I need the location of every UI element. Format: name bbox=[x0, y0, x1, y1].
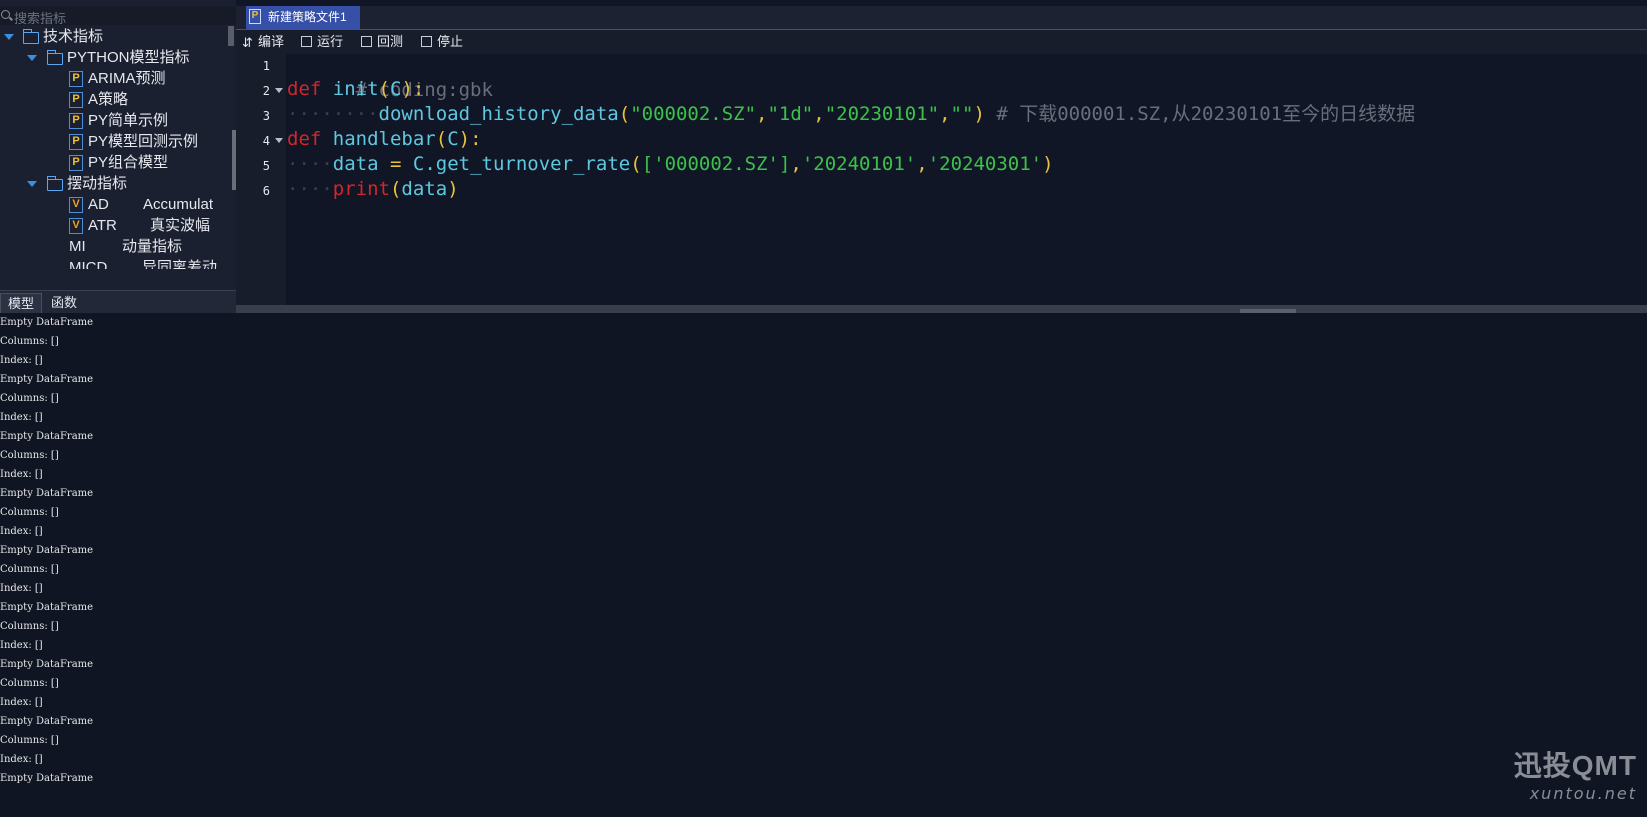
output-console: Empty DataFrame Columns: [] Index: [] Empty… bbox=[0, 313, 1647, 817]
tree-item-indicator[interactable]: V AD Accumulat bbox=[0, 194, 226, 216]
tree-item-python[interactable]: P PY模型回测示例 bbox=[0, 131, 226, 153]
code-editor: P 新建策略文件1 ⇵ 编译 运行 回测 停止 1 2 3 4 5 6 # cod… bbox=[236, 0, 1647, 313]
line-number: 4 bbox=[262, 134, 270, 148]
output-line: Empty DataFrame bbox=[0, 374, 94, 385]
tab-model[interactable]: 模型 bbox=[0, 293, 43, 313]
tab-strategy-file[interactable]: P 新建策略文件1 bbox=[246, 6, 360, 29]
file-tabbar: P 新建策略文件1 bbox=[236, 6, 1647, 30]
output-line: Index: [] bbox=[0, 355, 43, 366]
tree-item-indicator[interactable]: MICD 异同离差动 bbox=[0, 257, 226, 269]
indicator-file-icon: V bbox=[69, 218, 83, 234]
tree-node-root[interactable]: 技术指标 bbox=[0, 26, 226, 48]
code-line: ····print(data) bbox=[287, 178, 459, 200]
folder-icon bbox=[46, 50, 63, 65]
code-line: # coding:gbk bbox=[355, 79, 493, 101]
output-line: Columns: [] bbox=[0, 450, 59, 461]
watermark: 迅投QMT xuntou.net bbox=[1514, 744, 1637, 803]
line-gutter: 1 2 3 4 5 6 bbox=[236, 54, 286, 305]
python-file-icon: P bbox=[69, 71, 83, 87]
editor-splitter[interactable] bbox=[236, 305, 1647, 313]
output-line: Columns: [] bbox=[0, 621, 59, 632]
output-line: Index: [] bbox=[0, 583, 43, 594]
output-line: Empty DataFrame bbox=[0, 431, 94, 442]
line-number: 2 bbox=[262, 84, 270, 98]
tab-function[interactable]: 函数 bbox=[44, 293, 84, 313]
chart-icon bbox=[361, 36, 372, 47]
python-file-icon: P bbox=[69, 113, 83, 129]
run-icon bbox=[301, 36, 312, 47]
code-line: ········download_history_data("000002.SZ… bbox=[287, 103, 1416, 125]
line-number: 6 bbox=[262, 184, 270, 198]
tree-item-indicator[interactable]: MI 动量指标 bbox=[0, 236, 226, 258]
code-line: def handlebar(C): bbox=[287, 128, 482, 150]
watermark-brand: 迅投QMT bbox=[1513, 750, 1637, 781]
compile-button[interactable]: ⇵ 编译 bbox=[242, 32, 284, 52]
fold-arrow-icon[interactable] bbox=[275, 88, 283, 93]
fold-arrow-icon[interactable] bbox=[275, 138, 283, 143]
output-line: Columns: [] bbox=[0, 564, 59, 575]
output-line: Columns: [] bbox=[0, 735, 59, 746]
output-line: Index: [] bbox=[0, 469, 43, 480]
line-number: 3 bbox=[262, 109, 270, 123]
python-file-icon: P bbox=[249, 9, 261, 24]
code-line: def init(C): bbox=[287, 78, 425, 100]
tree-node-swing-group[interactable]: 摆动指标 bbox=[0, 173, 226, 195]
tree-node-python-group[interactable]: PYTHON模型指标 bbox=[0, 47, 226, 69]
panel-tabs: 模型 函数 bbox=[0, 290, 236, 313]
tree-item-python[interactable]: P ARIMA预测 bbox=[0, 68, 226, 90]
output-line: Empty DataFrame bbox=[0, 659, 94, 670]
tree-scrollbar[interactable] bbox=[228, 26, 234, 46]
python-file-icon: P bbox=[69, 92, 83, 108]
stop-icon bbox=[421, 36, 432, 47]
output-line: Index: [] bbox=[0, 412, 43, 423]
run-button[interactable]: 运行 bbox=[301, 32, 343, 52]
output-line: Empty DataFrame bbox=[0, 773, 94, 784]
line-number: 1 bbox=[262, 59, 270, 73]
python-file-icon: P bbox=[69, 134, 83, 150]
backtest-button[interactable]: 回测 bbox=[361, 32, 403, 52]
tree-item-python[interactable]: P PY组合模型 bbox=[0, 152, 226, 174]
output-line: Index: [] bbox=[0, 754, 43, 765]
line-number: 5 bbox=[262, 159, 270, 173]
output-line: Index: [] bbox=[0, 697, 43, 708]
output-line: Columns: [] bbox=[0, 678, 59, 689]
output-line: Index: [] bbox=[0, 526, 43, 537]
indicator-file-icon: V bbox=[69, 197, 83, 213]
output-line: Columns: [] bbox=[0, 507, 59, 518]
output-line: Empty DataFrame bbox=[0, 545, 94, 556]
output-line: Empty DataFrame bbox=[0, 317, 94, 328]
search-placeholder: 搜索指标 bbox=[14, 11, 67, 26]
tree-item-python[interactable]: P A策略 bbox=[0, 89, 226, 111]
tree-item-python[interactable]: P PY简单示例 bbox=[0, 110, 226, 132]
output-line: Empty DataFrame bbox=[0, 488, 94, 499]
output-line: Empty DataFrame bbox=[0, 716, 94, 727]
folder-icon bbox=[46, 176, 63, 191]
output-line: Index: [] bbox=[0, 640, 43, 651]
python-file-icon: P bbox=[69, 155, 83, 171]
tree-item-indicator[interactable]: V ATR 真实波幅 bbox=[0, 215, 226, 237]
code-area[interactable]: # coding:gbk def init(C): ········downlo… bbox=[287, 54, 1647, 305]
stop-button[interactable]: 停止 bbox=[421, 32, 463, 52]
expand-arrow-icon[interactable] bbox=[4, 34, 14, 40]
output-line: Columns: [] bbox=[0, 336, 59, 347]
expand-arrow-icon[interactable] bbox=[27, 55, 37, 61]
expand-arrow-icon[interactable] bbox=[27, 181, 37, 187]
compile-icon: ⇵ bbox=[242, 35, 253, 50]
output-line: Empty DataFrame bbox=[0, 602, 94, 613]
code-line: ····data = C.get_turnover_rate(['000002.… bbox=[287, 153, 1054, 175]
watermark-site: xuntou.net bbox=[1529, 784, 1637, 803]
search-box[interactable]: 搜索指标 bbox=[0, 6, 236, 26]
output-line: Columns: [] bbox=[0, 393, 59, 404]
search-icon bbox=[1, 10, 10, 19]
indicator-panel: 搜索指标 技术指标 PYTHON模型指标 P ARIMA预测 P A策略 P P… bbox=[0, 0, 236, 313]
folder-icon bbox=[22, 29, 39, 44]
